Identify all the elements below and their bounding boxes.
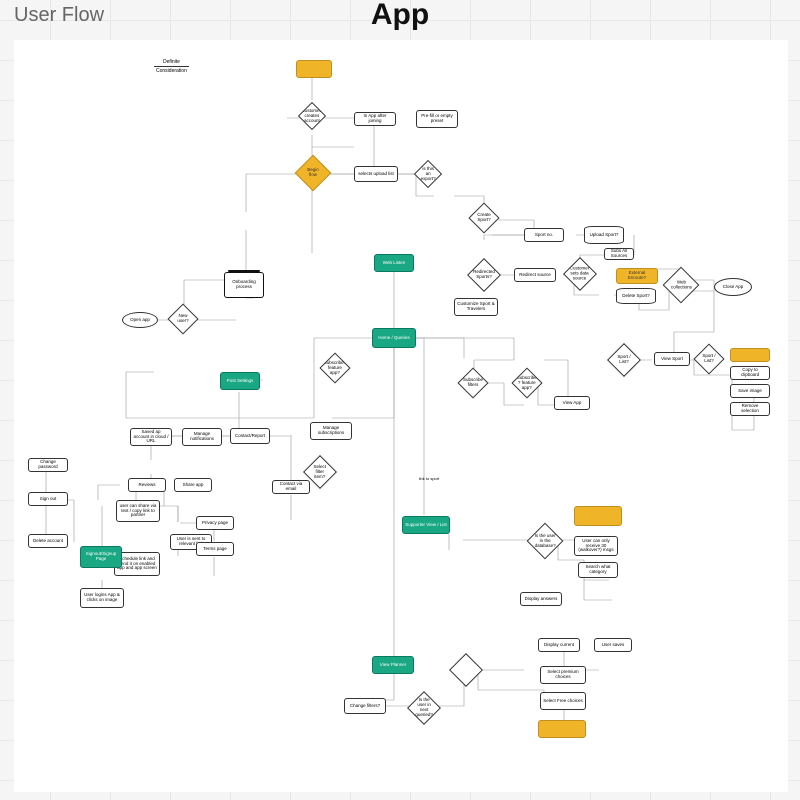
node-begin-flow: Begin flow <box>295 155 332 192</box>
node-reviews: Reviews <box>128 478 166 492</box>
node-delete-sport: Delete Sport? <box>616 288 656 304</box>
node-contact-report: Contact/Report <box>230 428 270 444</box>
node-change-pw: Change password <box>28 458 68 472</box>
node-is-export: is this an export? <box>414 160 442 188</box>
legend-consideration: Consideration <box>154 67 189 75</box>
node-share-app: Share app <box>174 478 212 492</box>
node-create-sport: Create Sport? <box>468 202 499 233</box>
node-subs-all: Subs All Sources <box>604 248 634 260</box>
node-customer-source: Customer sets data source <box>563 257 597 291</box>
node-view-planner: View Planner <box>372 656 414 674</box>
node-supporter-view: Supporter View / List <box>402 516 450 534</box>
node-upload-sport: Upload Sport? <box>584 226 624 244</box>
node-30-msgs: User can only receive 30 (walkover?) msg… <box>574 536 618 556</box>
node-redirected: Redirected Sports? <box>467 258 501 292</box>
node-search-cat: Search what category <box>578 562 618 578</box>
node-save-image: Save image <box>730 384 770 398</box>
node-copy-clipboard: Copy to clipboard <box>730 366 770 380</box>
node-view-app: View App <box>554 396 590 410</box>
node-post-settings: Post Settings <box>220 372 260 390</box>
node-planner-dec <box>449 653 483 687</box>
node-new-user: New user? <box>167 303 198 334</box>
diagram-title: App <box>0 0 800 32</box>
node-privacy: Privacy page <box>196 516 234 530</box>
node-change-filters: Change filters? <box>344 698 386 714</box>
node-close-app: Close App <box>714 278 752 296</box>
legend-definite: Definite <box>154 58 189 67</box>
node-manage-notif: Manage notifications <box>182 428 222 446</box>
node-view-sport: View Sport <box>654 352 690 366</box>
node-start <box>296 60 332 78</box>
legend: Definite Consideration <box>154 58 189 75</box>
node-display-answers: Display answers <box>520 592 562 606</box>
node-manage-subs: Manage subscriptions <box>310 422 352 440</box>
node-sign-out: Sign out <box>28 492 68 506</box>
node-customize: Customize Sport & Travelers <box>454 298 498 316</box>
node-contact-email: Contact via email <box>272 480 310 494</box>
node-free: Select Free choices <box>540 692 586 710</box>
node-login-image: User logins App & clicks on image <box>80 588 124 608</box>
node-external-enroute: External Enroute? <box>616 268 658 284</box>
node-home-queries: Home / Queries <box>372 328 416 348</box>
node-open-app: Open app <box>122 312 158 328</box>
node-premium: Select premium choices <box>540 666 586 684</box>
node-split: Sport / List? <box>693 343 724 374</box>
node-next-queried: Is the user in next queried? <box>407 691 441 725</box>
node-in-app: In App after joining <box>354 112 396 126</box>
node-sup-yellow <box>574 506 622 526</box>
node-delete-account: Delete account <box>28 534 68 548</box>
node-display-current: Display current <box>538 638 580 652</box>
connector-lines <box>14 40 788 792</box>
node-sport-no: Sport no. <box>524 228 564 242</box>
node-sign-page: Signout/Signup Page <box>80 546 122 568</box>
node-prefill: Pre-fill or empty preset <box>416 110 458 128</box>
node-subscribe-2: Subscribe ? feature app? <box>511 367 542 398</box>
node-remove-selection: Remove selection <box>730 402 770 416</box>
node-user-saves: User saves <box>594 638 632 652</box>
node-upload-list: selects upload list <box>354 166 398 182</box>
node-subscribe-filters: Subscribe filters <box>457 367 488 398</box>
node-terms: Terms page <box>196 542 234 556</box>
node-opt-1 <box>730 348 770 362</box>
node-onboarding: Onboarding process <box>226 276 262 294</box>
label-link-sport: link to sport <box>409 474 449 484</box>
node-web-collections: Web collections <box>663 267 700 304</box>
node-web-listen: Web Listen <box>374 254 414 272</box>
node-sport-list: Sport / List? <box>607 343 641 377</box>
node-share-text: user can share via text / copy link to p… <box>116 500 160 522</box>
diagram-canvas: Definite Consideration customer creates … <box>14 40 788 792</box>
node-decision-1: customer creates account <box>298 102 326 130</box>
node-subscribe-1: Subscribe? feature app? <box>319 352 350 383</box>
node-bottom-yellow <box>538 720 586 738</box>
node-in-db: Is the user in the database? <box>527 523 564 560</box>
node-redirect-src: Redirect source <box>514 268 556 282</box>
node-saved-account: Saved ap account in cloud / URL <box>130 428 172 446</box>
